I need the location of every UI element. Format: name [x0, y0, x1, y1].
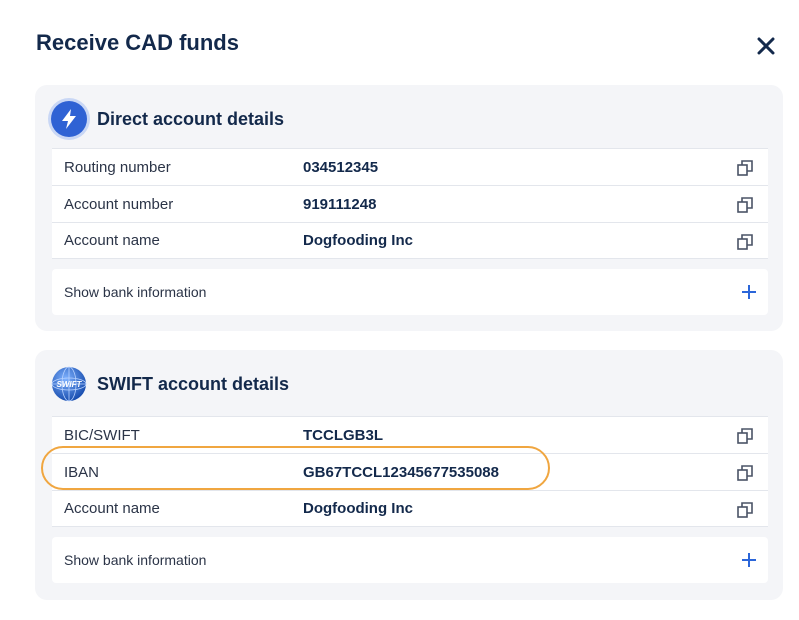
detail-value: 919111248 — [303, 195, 377, 213]
show-bank-info-label: Show bank information — [64, 552, 207, 568]
receive-funds-modal: Receive CAD funds Direct account details… — [0, 0, 799, 620]
detail-value: 034512345 — [303, 158, 379, 176]
show-bank-info-label: Show bank information — [64, 284, 207, 300]
modal-title: Receive CAD funds — [36, 30, 239, 55]
detail-row-bic-swift: BIC/SWIFT TCCLGB3L — [52, 416, 768, 453]
copy-icon[interactable] — [736, 427, 754, 445]
direct-panel-header: Direct account details — [51, 101, 284, 137]
copy-icon[interactable] — [736, 233, 754, 251]
plus-icon — [742, 285, 756, 299]
swift-panel-header: SWIFT SWIFT account details — [51, 366, 289, 402]
detail-row-iban: IBAN GB67TCCL12345677535088 — [52, 453, 768, 490]
detail-label: Account number — [64, 195, 174, 213]
direct-panel-heading: Direct account details — [97, 108, 285, 129]
show-bank-info-button[interactable]: Show bank information — [52, 537, 768, 583]
copy-icon[interactable] — [736, 464, 754, 482]
detail-value: GB67TCCL12345677535088 — [303, 463, 499, 481]
swift-globe-icon: SWIFT — [51, 366, 87, 402]
copy-icon[interactable] — [736, 501, 754, 519]
detail-value: TCCLGB3L — [303, 426, 383, 444]
direct-account-panel: Direct account details Routing number 03… — [35, 85, 783, 331]
show-bank-info-button[interactable]: Show bank information — [52, 269, 768, 315]
detail-row-account-name: Account name Dogfooding Inc — [52, 490, 768, 527]
detail-label: BIC/SWIFT — [64, 426, 140, 444]
detail-row-routing-number: Routing number 034512345 — [52, 148, 768, 185]
swift-badge-text: SWIFT — [57, 380, 83, 389]
direct-badge — [51, 101, 87, 137]
swift-details-list: BIC/SWIFT TCCLGB3L IBAN GB67TCCL12345677… — [52, 416, 768, 527]
swift-panel-heading: SWIFT account details — [97, 373, 290, 394]
detail-label: Account name — [64, 232, 160, 249]
lightning-icon — [62, 109, 76, 129]
detail-label: Routing number — [64, 158, 171, 176]
copy-icon[interactable] — [736, 159, 754, 177]
plus-icon — [742, 553, 756, 567]
detail-label: IBAN — [64, 463, 100, 481]
swift-badge: SWIFT — [51, 366, 87, 402]
close-button[interactable] — [752, 32, 780, 60]
detail-row-account-number: Account number 919111248 — [52, 185, 768, 222]
detail-row-account-name: Account name Dogfooding Inc — [52, 222, 768, 259]
detail-value: Dogfooding Inc — [303, 232, 413, 249]
detail-value: Dogfooding Inc — [303, 500, 413, 517]
close-icon — [757, 37, 775, 55]
copy-icon[interactable] — [736, 196, 754, 214]
swift-account-panel: SWIFT SWIFT account details BIC/SWIFT TC… — [35, 350, 783, 600]
detail-label: Account name — [64, 500, 160, 517]
direct-details-list: Routing number 034512345 Account number … — [52, 148, 768, 259]
